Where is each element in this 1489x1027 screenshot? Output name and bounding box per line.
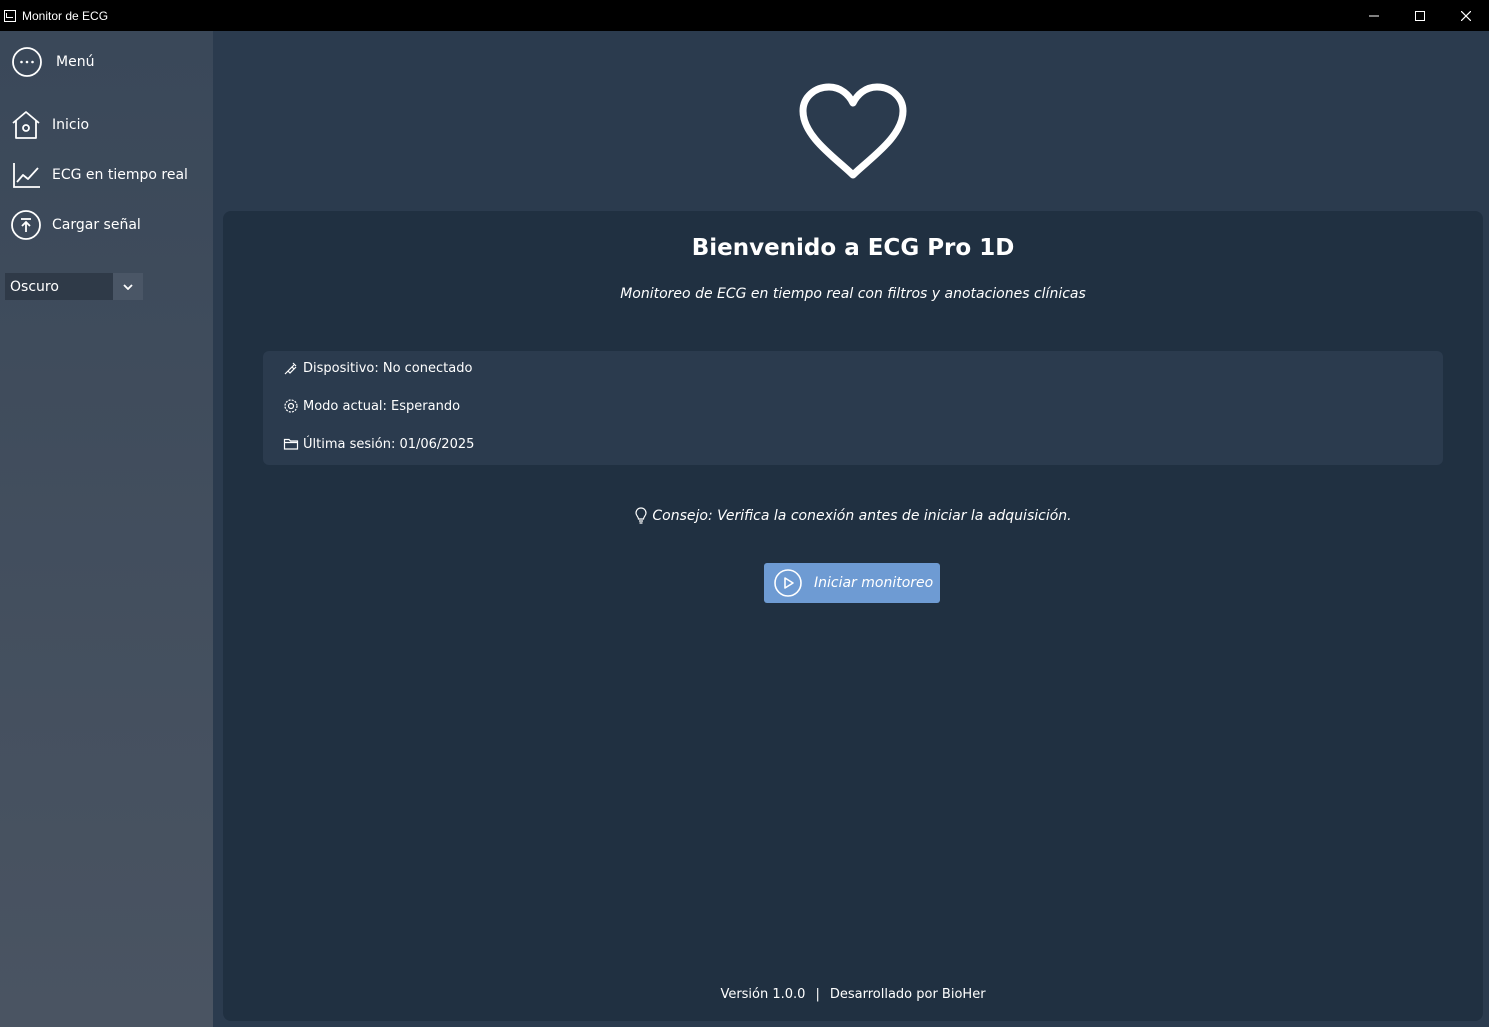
minimize-icon bbox=[1369, 15, 1379, 16]
developer-text: Desarrollado por BioHer bbox=[829, 987, 986, 1002]
last-session: Última sesión: 01/06/2025 bbox=[283, 436, 474, 452]
sidebar-item-label: ECG en tiempo real bbox=[52, 167, 188, 183]
sidebar-item-inicio[interactable]: Inicio bbox=[10, 109, 89, 141]
window-title: Monitor de ECG bbox=[22, 8, 109, 23]
main-area: Bienvenido a ECG Pro 1D Monitoreo de ECG… bbox=[213, 31, 1489, 1027]
device-status: Dispositivo: No conectado bbox=[283, 360, 472, 376]
sidebar-item-label: Inicio bbox=[52, 117, 90, 133]
page-subtitle: Monitoreo de ECG en tiempo real con filt… bbox=[620, 286, 1086, 302]
app-icon bbox=[4, 9, 16, 22]
plug-icon bbox=[284, 362, 297, 375]
maximize-icon bbox=[1415, 10, 1425, 21]
maximize-button[interactable] bbox=[1397, 0, 1443, 31]
play-icon bbox=[774, 569, 802, 597]
status-panel: Dispositivo: No conectado Modo actual: E… bbox=[263, 351, 1443, 465]
chart-line-icon bbox=[13, 163, 40, 188]
footer-separator: | bbox=[815, 987, 820, 1002]
theme-select-value: Oscuro bbox=[10, 278, 59, 295]
start-monitoring-button[interactable]: Iniciar monitoreo bbox=[764, 563, 940, 603]
mode-status: Modo actual: Esperando bbox=[283, 398, 460, 414]
theme-select[interactable]: Oscuro bbox=[5, 273, 143, 300]
minimize-button[interactable] bbox=[1351, 0, 1397, 31]
device-status-text: Dispositivo: No conectado bbox=[303, 360, 473, 376]
menu-label: Menú bbox=[56, 54, 95, 70]
more-icon bbox=[12, 47, 42, 77]
chevron-down-icon bbox=[123, 283, 133, 290]
tip-text: Consejo: Verifica la conexión antes de i… bbox=[223, 507, 1483, 525]
mode-status-text: Modo actual: Esperando bbox=[303, 398, 461, 414]
close-icon bbox=[1461, 10, 1471, 21]
page-title: Bienvenido a ECG Pro 1D bbox=[691, 235, 1015, 261]
lightbulb-icon bbox=[635, 507, 647, 524]
sidebar-item-ecg-realtime[interactable]: ECG en tiempo real bbox=[10, 159, 188, 191]
gear-icon bbox=[284, 399, 298, 413]
title-bar: Monitor de ECG bbox=[0, 0, 1489, 31]
dropdown-button[interactable] bbox=[113, 273, 143, 300]
upload-icon bbox=[11, 210, 41, 240]
sidebar-item-cargar-senal[interactable]: Cargar señal bbox=[10, 209, 141, 241]
home-icon bbox=[12, 111, 40, 139]
tip-message: Consejo: Verifica la conexión antes de i… bbox=[652, 508, 1072, 524]
menu-toggle[interactable]: Menú bbox=[11, 46, 94, 78]
footer: Versión 1.0.0 | Desarrollado por BioHer bbox=[223, 987, 1483, 1002]
welcome-card: Bienvenido a ECG Pro 1D Monitoreo de ECG… bbox=[223, 211, 1483, 1021]
sidebar-item-label: Cargar señal bbox=[52, 217, 141, 233]
heart-icon bbox=[799, 83, 907, 179]
window-controls bbox=[1351, 0, 1489, 31]
version-text: Versión 1.0.0 bbox=[720, 987, 806, 1002]
start-monitoring-label: Iniciar monitoreo bbox=[814, 575, 934, 591]
sidebar: Menú Inicio ECG en tiempo real Cargar se… bbox=[0, 31, 213, 1027]
close-button[interactable] bbox=[1443, 0, 1489, 31]
folder-icon bbox=[283, 438, 299, 450]
last-session-text: Última sesión: 01/06/2025 bbox=[303, 436, 475, 452]
